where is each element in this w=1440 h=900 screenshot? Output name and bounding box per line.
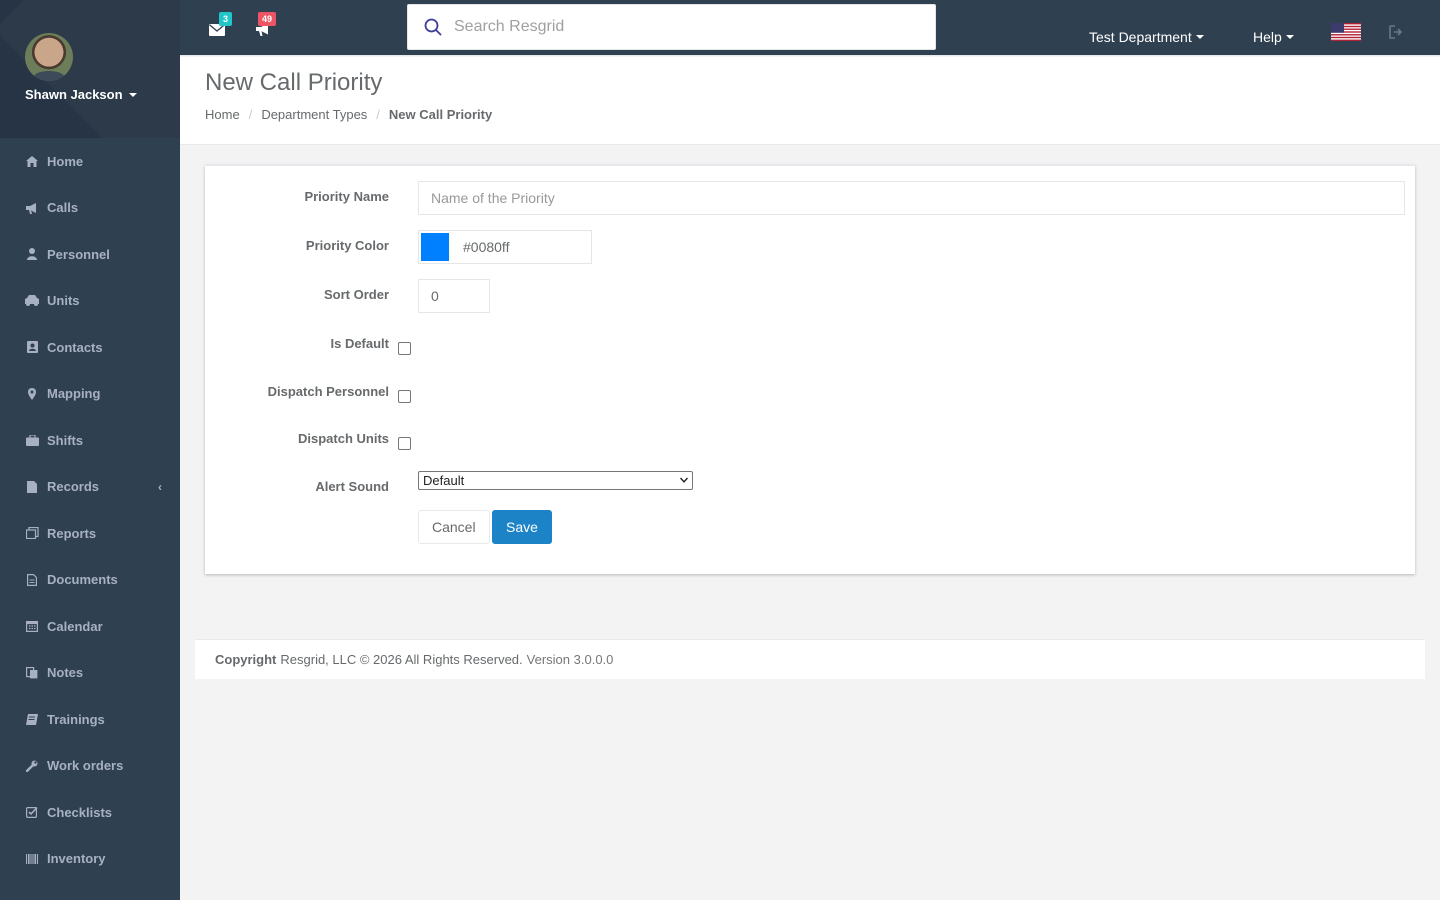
sidebar-item-calendar[interactable]: Calendar xyxy=(0,603,180,650)
truck-icon xyxy=(25,294,39,308)
us-flag-icon[interactable] xyxy=(1331,23,1361,41)
user-icon xyxy=(25,247,39,261)
dispatch-personnel-label: Dispatch Personnel xyxy=(267,384,389,399)
avatar[interactable] xyxy=(25,33,73,81)
sidebar-nav: Home Calls Personnel Units Contacts Mapp… xyxy=(0,138,180,882)
report-icon xyxy=(25,526,39,540)
breadcrumb: Home / Department Types / New Call Prior… xyxy=(205,107,492,122)
map-marker-icon xyxy=(25,387,39,401)
sidebar-item-work-orders[interactable]: Work orders xyxy=(0,743,180,790)
priority-color-value: #0080ff xyxy=(463,239,510,255)
priority-name-input[interactable] xyxy=(418,181,1405,215)
sidebar: Shawn Jackson Home Calls Personnel Units… xyxy=(0,0,180,900)
save-button[interactable]: Save xyxy=(492,510,552,544)
dispatch-units-label: Dispatch Units xyxy=(297,431,389,446)
breadcrumb-current: New Call Priority xyxy=(388,107,493,122)
sidebar-item-notes[interactable]: Notes xyxy=(0,650,180,697)
new-call-priority-form: Priority Name Priority Color #0080ff Sor… xyxy=(205,165,1415,574)
sidebar-item-checklists[interactable]: Checklists xyxy=(0,789,180,836)
book-icon xyxy=(25,712,39,726)
help-dropdown[interactable]: Help xyxy=(1253,29,1294,45)
page-heading: New Call Priority Home / Department Type… xyxy=(180,57,1440,145)
chevron-left-icon: ‹ xyxy=(158,479,162,494)
breadcrumb-separator: / xyxy=(376,107,380,122)
search-icon xyxy=(424,18,442,36)
is-default-label: Is Default xyxy=(330,336,389,351)
caret-down-icon xyxy=(1195,35,1204,39)
messages-badge: 3 xyxy=(219,12,233,26)
file-icon xyxy=(25,480,39,494)
page-title: New Call Priority xyxy=(205,69,383,96)
priority-name-label: Priority Name xyxy=(304,189,389,204)
sidebar-item-documents[interactable]: Documents xyxy=(0,557,180,604)
chevron-down-icon xyxy=(680,477,688,483)
user-name: Shawn Jackson xyxy=(25,87,123,102)
profile-header: Shawn Jackson xyxy=(0,0,180,138)
alert-sound-select[interactable]: Default xyxy=(418,471,693,490)
sidebar-item-trainings[interactable]: Trainings xyxy=(0,696,180,743)
color-swatch[interactable] xyxy=(421,233,449,261)
checklist-icon xyxy=(25,805,39,819)
cancel-button[interactable]: Cancel xyxy=(418,510,490,544)
calls-badge: 49 xyxy=(258,12,277,26)
footer: Copyright Resgrid, LLC © 2026 All Rights… xyxy=(195,639,1425,679)
address-book-icon xyxy=(25,340,39,354)
copyright-text: Resgrid, LLC © 2026 All Rights Reserved. xyxy=(280,652,523,667)
version-text: Version 3.0.0.0 xyxy=(526,652,614,667)
sidebar-item-inventory[interactable]: Inventory xyxy=(0,836,180,883)
notes-icon xyxy=(25,666,39,680)
profile-menu-toggle[interactable]: Shawn Jackson xyxy=(25,87,137,102)
wrench-icon xyxy=(25,759,39,773)
is-default-checkbox[interactable] xyxy=(398,342,411,355)
sort-order-input[interactable] xyxy=(418,279,490,313)
document-icon xyxy=(25,573,39,587)
barcode-icon xyxy=(25,852,39,866)
copyright-label: Copyright xyxy=(215,652,277,667)
alert-sound-value: Default xyxy=(423,473,465,488)
priority-color-label: Priority Color xyxy=(305,238,389,253)
home-icon xyxy=(25,154,39,168)
bullhorn-icon xyxy=(25,201,39,215)
alert-sound-label: Alert Sound xyxy=(315,479,389,494)
sidebar-item-personnel[interactable]: Personnel xyxy=(0,231,180,278)
department-label: Test Department xyxy=(1089,29,1192,45)
search-input[interactable] xyxy=(454,18,894,36)
sidebar-item-calls[interactable]: Calls xyxy=(0,185,180,232)
dispatch-units-checkbox[interactable] xyxy=(398,437,411,450)
sort-order-label: Sort Order xyxy=(323,287,389,302)
department-dropdown[interactable]: Test Department xyxy=(1089,29,1204,45)
sidebar-item-units[interactable]: Units xyxy=(0,278,180,325)
sidebar-item-mapping[interactable]: Mapping xyxy=(0,371,180,418)
briefcase-icon xyxy=(25,433,39,447)
priority-color-picker[interactable]: #0080ff xyxy=(418,230,592,264)
breadcrumb-separator: / xyxy=(248,107,253,122)
calendar-icon xyxy=(25,619,39,633)
top-navbar: 3 49 Test Department Help xyxy=(180,0,1440,56)
sidebar-item-records[interactable]: Records ‹ xyxy=(0,464,180,511)
search-box xyxy=(407,4,936,50)
dispatch-personnel-checkbox[interactable] xyxy=(398,390,411,403)
breadcrumb-home[interactable]: Home xyxy=(205,107,240,122)
sign-out-icon[interactable] xyxy=(1389,25,1403,39)
help-label: Help xyxy=(1253,29,1282,45)
sidebar-item-contacts[interactable]: Contacts xyxy=(0,324,180,371)
breadcrumb-department-types[interactable]: Department Types xyxy=(261,107,367,122)
sidebar-item-reports[interactable]: Reports xyxy=(0,510,180,557)
sidebar-item-shifts[interactable]: Shifts xyxy=(0,417,180,464)
sidebar-item-home[interactable]: Home xyxy=(0,138,180,185)
caret-down-icon xyxy=(128,92,137,97)
caret-down-icon xyxy=(1285,35,1294,39)
